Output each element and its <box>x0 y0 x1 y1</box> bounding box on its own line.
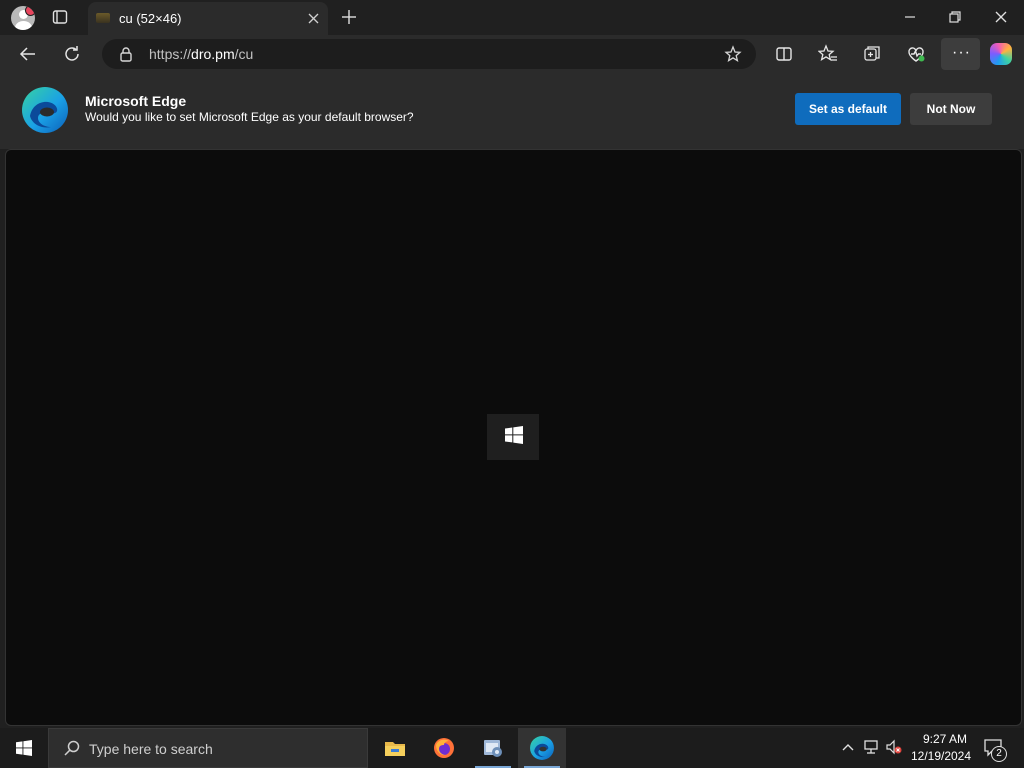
close-window-icon[interactable] <box>991 7 1011 27</box>
settings-and-more-button[interactable]: ··· <box>941 38 980 70</box>
search-icon <box>63 739 81 757</box>
active-tab[interactable]: cu (52×46) <box>88 2 328 35</box>
centered-image-tile <box>487 414 539 460</box>
tab-close-icon[interactable] <box>307 12 320 25</box>
folder-icon <box>385 742 405 756</box>
search-placeholder: Type here to search <box>89 741 213 757</box>
clock-time[interactable]: 9:27 AM <box>912 732 978 746</box>
tab-title: cu (52×46) <box>119 11 182 26</box>
prompt-title: Microsoft Edge <box>85 93 187 109</box>
browser-essentials-icon[interactable] <box>906 44 926 64</box>
notification-count-badge: 2 <box>991 746 1007 762</box>
navigation-toolbar: https://dro.pm/cu ··· <box>0 35 1024 73</box>
new-tab-icon[interactable] <box>340 8 358 26</box>
system-config-taskbar-button[interactable] <box>469 728 517 768</box>
tab-favicon-icon <box>96 13 110 23</box>
browser-title-bar: cu (52×46) <box>0 0 1024 35</box>
show-hidden-icons-chevron-icon[interactable] <box>840 739 856 755</box>
windows-start-icon <box>16 740 32 756</box>
copilot-icon[interactable] <box>990 43 1012 65</box>
restore-icon[interactable] <box>945 7 965 27</box>
config-icon <box>484 740 502 757</box>
firefox-taskbar-button[interactable] <box>420 728 468 768</box>
minimize-icon[interactable] <box>900 7 920 27</box>
firefox-icon <box>434 738 454 758</box>
not-now-button[interactable]: Not Now <box>910 93 992 125</box>
default-browser-prompt: Microsoft Edge Would you like to set Mic… <box>0 73 1024 149</box>
favorites-icon[interactable] <box>817 44 838 64</box>
profile-avatar-icon[interactable] <box>11 6 35 30</box>
collections-icon[interactable] <box>862 44 882 64</box>
prompt-message: Would you like to set Microsoft Edge as … <box>85 110 414 124</box>
set-as-default-button[interactable]: Set as default <box>795 93 901 125</box>
edge-taskbar-button[interactable] <box>518 728 566 768</box>
edge-logo-icon <box>20 85 70 135</box>
windows-taskbar: Type here to search 9:27 AM 12/19/2024 2 <box>0 728 1024 768</box>
split-screen-icon[interactable] <box>774 44 794 64</box>
start-button[interactable] <box>0 728 48 768</box>
page-content <box>5 149 1022 726</box>
address-bar[interactable]: https://dro.pm/cu <box>102 39 756 69</box>
windows-logo-icon <box>505 426 523 444</box>
edge-icon <box>530 736 554 760</box>
favorite-star-icon[interactable] <box>724 45 742 63</box>
tab-actions-icon[interactable] <box>51 8 69 26</box>
url-text[interactable]: https://dro.pm/cu <box>149 46 253 62</box>
lock-icon[interactable] <box>118 46 134 62</box>
taskbar-search-box[interactable]: Type here to search <box>48 728 368 768</box>
clock-date[interactable]: 12/19/2024 <box>906 749 976 763</box>
file-explorer-taskbar-button[interactable] <box>371 728 419 768</box>
back-arrow-icon[interactable] <box>18 44 38 64</box>
refresh-icon[interactable] <box>62 44 82 64</box>
network-icon[interactable] <box>863 739 879 755</box>
volume-muted-icon[interactable] <box>886 739 902 755</box>
